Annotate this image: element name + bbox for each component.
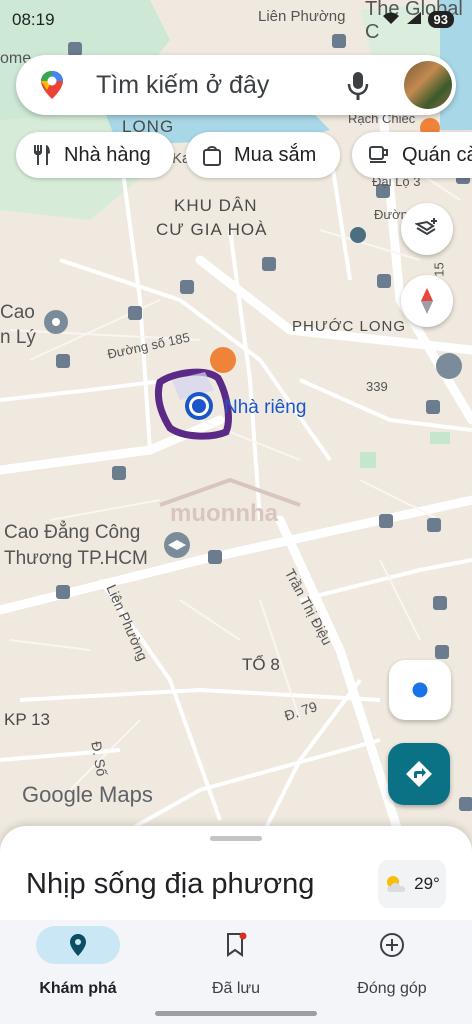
my-location-icon — [412, 682, 428, 698]
location-pin-icon — [36, 926, 120, 964]
layers-icon — [415, 218, 437, 236]
my-location-button[interactable] — [389, 660, 451, 720]
chip-coffee[interactable]: Quán cà — [352, 132, 472, 178]
map-label: muonnha — [170, 500, 278, 527]
chip-label: Mua sắm — [234, 143, 317, 166]
status-bar: 08:19 93 — [0, 0, 472, 40]
nav-contribute[interactable]: Đóng góp — [322, 926, 462, 998]
battery-indicator: 93 — [427, 11, 454, 28]
status-time: 08:19 — [12, 10, 55, 29]
map-label: Cao — [0, 302, 35, 323]
fork-knife-icon — [34, 145, 50, 165]
search-bar[interactable]: Tìm kiếm ở đây — [16, 55, 456, 115]
temperature-label: 29° — [414, 874, 440, 893]
layers-button[interactable] — [401, 203, 453, 255]
gesture-bar[interactable] — [155, 1011, 317, 1016]
map-label: KP 13 — [4, 710, 51, 729]
chip-restaurants[interactable]: Nhà hàng — [16, 132, 174, 178]
signal-icon — [406, 11, 422, 28]
weather-badge[interactable]: 29° — [378, 860, 446, 908]
compass-icon — [421, 288, 433, 314]
chip-label: Quán cà — [402, 143, 472, 166]
maps-pin-icon — [36, 69, 68, 101]
nav-saved[interactable]: Đã lưu — [166, 926, 306, 998]
search-input[interactable]: Tìm kiếm ở đây — [96, 71, 269, 100]
add-circle-icon — [322, 926, 462, 964]
avatar[interactable] — [404, 61, 452, 109]
status-icons: 93 — [382, 11, 454, 28]
partly-cloudy-icon — [387, 876, 406, 892]
chip-shopping[interactable]: Mua sắm — [186, 132, 340, 178]
bottom-navigation: Khám phá Đã lưu Đóng góp — [0, 920, 472, 1024]
map-label: Nhà riêng — [224, 397, 307, 418]
category-chips: Nhà hàng Mua sắm Quán cà — [0, 132, 472, 180]
microphone-icon[interactable] — [346, 71, 370, 101]
directions-button[interactable] — [388, 743, 450, 805]
nav-explore[interactable]: Khám phá — [8, 926, 148, 998]
sheet-title: Nhịp sống địa phương — [26, 868, 315, 900]
nav-label: Đã lưu — [211, 980, 261, 997]
coffee-cup-icon — [369, 146, 388, 163]
compass-button[interactable] — [401, 275, 453, 327]
chip-label: Nhà hàng — [64, 143, 151, 166]
nav-label: Khám phá — [39, 980, 117, 997]
map-label: KHU DÂN — [174, 196, 258, 215]
map-label: TỔ 8 — [242, 655, 280, 674]
map-label: PHƯỚC LONG — [292, 318, 407, 335]
map-label: 339 — [366, 379, 388, 394]
wifi-icon — [382, 11, 400, 28]
shopping-bag-icon — [203, 146, 221, 166]
directions-icon — [406, 761, 432, 787]
map-label: 15 — [431, 262, 447, 277]
google-maps-logo: Google Maps — [22, 782, 153, 807]
map-label: Cao Đẳng Công — [4, 522, 141, 543]
bookmark-icon — [166, 926, 306, 964]
map-label: n Lý — [0, 327, 36, 348]
sheet-drag-handle[interactable] — [210, 836, 262, 841]
map-label: CƯ GIA HOÀ — [156, 220, 268, 239]
nav-label: Đóng góp — [357, 980, 427, 997]
map-label: Thương TP.HCM — [4, 548, 148, 569]
